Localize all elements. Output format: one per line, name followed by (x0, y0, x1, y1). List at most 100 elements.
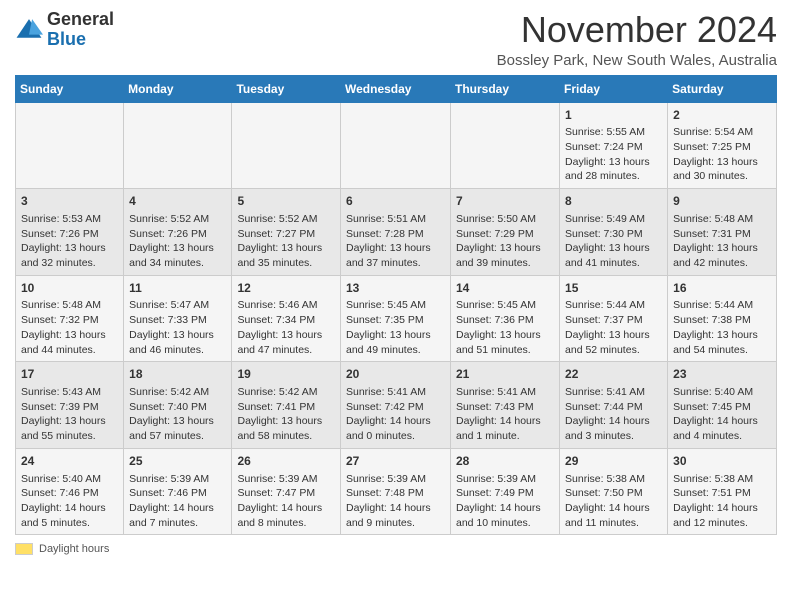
day-number: 27 (346, 453, 445, 470)
calendar-cell (451, 102, 560, 189)
page-header: General Blue November 2024 Bossley Park,… (15, 10, 777, 69)
day-info: Sunset: 7:46 PM (129, 486, 226, 501)
calendar-week-row: 10Sunrise: 5:48 AMSunset: 7:32 PM Dayligh… (16, 275, 777, 362)
calendar-cell (16, 102, 124, 189)
day-number: 4 (129, 193, 226, 210)
day-number: 7 (456, 193, 554, 210)
day-number: 10 (21, 280, 118, 297)
day-number: 1 (565, 107, 662, 124)
day-number: 20 (346, 366, 445, 383)
day-info: Sunset: 7:51 PM (673, 486, 771, 501)
calendar-cell: 7Sunrise: 5:50 AMSunset: 7:29 PMDaylight… (451, 189, 560, 276)
day-info: Sunrise: 5:53 AM (21, 212, 118, 227)
day-info: Daylight: 13 hours and 57 minutes. (129, 414, 226, 443)
day-number: 21 (456, 366, 554, 383)
day-info: Sunset: 7:30 PM (565, 227, 662, 242)
day-info: Sunset: 7:43 PM (456, 400, 554, 415)
calendar-cell: 15Sunrise: 5:44 AMSunset: 7:37 PMDayligh… (560, 275, 668, 362)
day-info: Daylight: 13 hours and 32 minutes. (21, 241, 118, 270)
day-info: Sunset: 7:32 PM (21, 313, 118, 328)
month-title: November 2024 (497, 10, 777, 50)
day-info: Sunset: 7:36 PM (456, 313, 554, 328)
calendar-cell: 20Sunrise: 5:41 AMSunset: 7:42 PMDayligh… (341, 362, 451, 449)
day-number: 15 (565, 280, 662, 297)
day-info: Sunrise: 5:39 AM (237, 472, 335, 487)
calendar-cell: 28Sunrise: 5:39 AMSunset: 7:49 PMDayligh… (451, 448, 560, 535)
day-info: Sunset: 7:24 PM (565, 140, 662, 155)
day-info: Daylight: 13 hours and 54 minutes. (673, 328, 771, 357)
day-info: Sunset: 7:33 PM (129, 313, 226, 328)
day-info: Sunset: 7:41 PM (237, 400, 335, 415)
day-header-sunday: Sunday (16, 75, 124, 102)
day-info: Sunrise: 5:49 AM (565, 212, 662, 227)
day-header-friday: Friday (560, 75, 668, 102)
calendar-cell: 26Sunrise: 5:39 AMSunset: 7:47 PMDayligh… (232, 448, 341, 535)
day-info: Sunrise: 5:45 AM (456, 298, 554, 313)
day-info: Sunrise: 5:46 AM (237, 298, 335, 313)
day-info: Sunset: 7:34 PM (237, 313, 335, 328)
day-info: Sunset: 7:31 PM (673, 227, 771, 242)
day-info: Sunrise: 5:41 AM (565, 385, 662, 400)
day-info: Sunset: 7:46 PM (21, 486, 118, 501)
calendar-cell: 2Sunrise: 5:54 AMSunset: 7:25 PMDaylight… (668, 102, 777, 189)
day-number: 18 (129, 366, 226, 383)
day-info: Sunset: 7:50 PM (565, 486, 662, 501)
calendar-cell: 16Sunrise: 5:44 AMSunset: 7:38 PMDayligh… (668, 275, 777, 362)
day-info: Sunset: 7:29 PM (456, 227, 554, 242)
day-info: Daylight: 13 hours and 58 minutes. (237, 414, 335, 443)
calendar-cell: 24Sunrise: 5:40 AMSunset: 7:46 PMDayligh… (16, 448, 124, 535)
calendar-cell (232, 102, 341, 189)
day-info: Daylight: 14 hours and 4 minutes. (673, 414, 771, 443)
day-info: Daylight: 13 hours and 52 minutes. (565, 328, 662, 357)
day-info: Daylight: 13 hours and 49 minutes. (346, 328, 445, 357)
day-info: Sunrise: 5:55 AM (565, 125, 662, 140)
calendar-cell: 30Sunrise: 5:38 AMSunset: 7:51 PMDayligh… (668, 448, 777, 535)
day-info: Daylight: 13 hours and 46 minutes. (129, 328, 226, 357)
calendar-cell: 27 Sunrise: 5:39 AMSunset: 7:48 PMDayligh… (341, 448, 451, 535)
day-info: Sunrise: 5:45 AM (346, 298, 445, 313)
day-number: 17 (21, 366, 118, 383)
day-info: Sunrise: 5:48 AM (21, 298, 118, 313)
day-info: Sunrise: 5:40 AM (21, 472, 118, 487)
day-number: 6 (346, 193, 445, 210)
calendar-cell: 13Sunrise: 5:45 AMSunset: 7:35 PMDayligh… (341, 275, 451, 362)
calendar-cell: 22Sunrise: 5:41 AMSunset: 7:44 PMDayligh… (560, 362, 668, 449)
legend-label: Daylight hours (39, 543, 109, 555)
day-info: Daylight: 14 hours and 1 minute. (456, 414, 554, 443)
day-number: 25 (129, 453, 226, 470)
calendar-cell: 25 Sunrise: 5:39 AMSunset: 7:46 PMDayligh… (124, 448, 232, 535)
logo-icon (15, 16, 43, 44)
day-info: Daylight: 14 hours and 9 minutes. (346, 501, 445, 530)
day-info: Sunrise: 5:51 AM (346, 212, 445, 227)
day-info: Sunrise: 5:52 AM (237, 212, 335, 227)
day-info: Sunrise: 5:42 AM (237, 385, 335, 400)
calendar-cell: 18Sunrise: 5:42 AMSunset: 7:40 PMDayligh… (124, 362, 232, 449)
calendar-cell: 9Sunrise: 5:48 AMSunset: 7:31 PMDaylight… (668, 189, 777, 276)
day-info: Sunset: 7:28 PM (346, 227, 445, 242)
day-info: Daylight: 14 hours and 7 minutes. (129, 501, 226, 530)
calendar-cell: 10Sunrise: 5:48 AMSunset: 7:32 PMDayligh… (16, 275, 124, 362)
calendar-cell: 11Sunrise: 5:47 AMSunset: 7:33 PMDayligh… (124, 275, 232, 362)
logo-text: General Blue (47, 10, 114, 50)
day-number: 23 (673, 366, 771, 383)
calendar-week-row: 3Sunrise: 5:53 AMSunset: 7:26 PMDaylight… (16, 189, 777, 276)
day-info: Sunrise: 5:39 AM (346, 472, 445, 487)
calendar-cell: 29Sunrise: 5:38 AMSunset: 7:50 PMDayligh… (560, 448, 668, 535)
legend-color (15, 543, 33, 555)
day-info: Sunrise: 5:41 AM (346, 385, 445, 400)
day-info: Sunrise: 5:43 AM (21, 385, 118, 400)
day-info: Sunrise: 5:44 AM (565, 298, 662, 313)
day-info: Daylight: 13 hours and 30 minutes. (673, 155, 771, 184)
day-info: Sunrise: 5:38 AM (565, 472, 662, 487)
day-info: Sunset: 7:48 PM (346, 486, 445, 501)
day-info: Daylight: 13 hours and 42 minutes. (673, 241, 771, 270)
day-info: Sunrise: 5:52 AM (129, 212, 226, 227)
day-header-tuesday: Tuesday (232, 75, 341, 102)
day-info: Sunrise: 5:39 AM (129, 472, 226, 487)
day-header-monday: Monday (124, 75, 232, 102)
day-number: 19 (237, 366, 335, 383)
day-number: 28 (456, 453, 554, 470)
location: Bossley Park, New South Wales, Australia (497, 52, 777, 69)
calendar-week-row: 1Sunrise: 5:55 AMSunset: 7:24 PM Daylight… (16, 102, 777, 189)
day-number: 13 (346, 280, 445, 297)
